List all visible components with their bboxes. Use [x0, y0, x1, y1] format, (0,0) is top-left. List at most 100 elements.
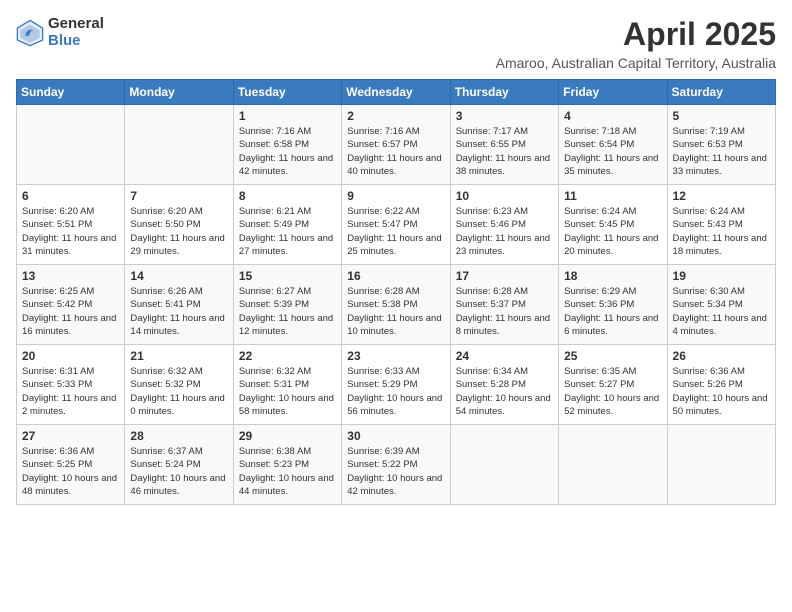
- day-info: Sunrise: 6:27 AMSunset: 5:39 PMDaylight:…: [239, 285, 336, 338]
- day-cell: [559, 425, 667, 505]
- day-number: 12: [673, 189, 770, 203]
- day-number: 30: [347, 429, 444, 443]
- day-cell: 30 Sunrise: 6:39 AMSunset: 5:22 PMDayligh…: [342, 425, 450, 505]
- day-info: Sunrise: 6:29 AMSunset: 5:36 PMDaylight:…: [564, 285, 661, 338]
- day-info: Sunrise: 7:17 AMSunset: 6:55 PMDaylight:…: [456, 125, 553, 178]
- day-header-wednesday: Wednesday: [342, 80, 450, 105]
- day-info: Sunrise: 6:34 AMSunset: 5:28 PMDaylight:…: [456, 365, 553, 418]
- day-header-sunday: Sunday: [17, 80, 125, 105]
- day-info: Sunrise: 6:33 AMSunset: 5:29 PMDaylight:…: [347, 365, 444, 418]
- week-row-4: 20 Sunrise: 6:31 AMSunset: 5:33 PMDayligh…: [17, 345, 776, 425]
- day-info: Sunrise: 6:35 AMSunset: 5:27 PMDaylight:…: [564, 365, 661, 418]
- day-cell: 22Sunrise: 6:32 AMSunset: 5:31 PMDayligh…: [233, 345, 341, 425]
- logo-icon: [16, 19, 44, 47]
- day-info: Sunrise: 6:36 AMSunset: 5:25 PMDaylight:…: [22, 445, 119, 498]
- calendar-subtitle: Amaroo, Australian Capital Territory, Au…: [496, 55, 776, 71]
- week-row-2: 6Sunrise: 6:20 AMSunset: 5:51 PMDaylight…: [17, 185, 776, 265]
- day-number: 18: [564, 269, 661, 283]
- day-number: 11: [564, 189, 661, 203]
- day-cell: 18 Sunrise: 6:29 AMSunset: 5:36 PMDayligh…: [559, 265, 667, 345]
- day-cell: 6Sunrise: 6:20 AMSunset: 5:51 PMDaylight…: [17, 185, 125, 265]
- day-cell: 15 Sunrise: 6:27 AMSunset: 5:39 PMDayligh…: [233, 265, 341, 345]
- day-number: 26: [673, 349, 770, 363]
- day-cell: 2 Sunrise: 7:16 AMSunset: 6:57 PMDaylight…: [342, 105, 450, 185]
- day-cell: 11 Sunrise: 6:24 AMSunset: 5:45 PMDayligh…: [559, 185, 667, 265]
- day-info: Sunrise: 6:24 AMSunset: 5:43 PMDaylight:…: [673, 205, 770, 258]
- logo: General Blue: [16, 16, 104, 49]
- day-number: 29: [239, 429, 336, 443]
- day-cell: 8 Sunrise: 6:21 AMSunset: 5:49 PMDaylight…: [233, 185, 341, 265]
- day-number: 4: [564, 109, 661, 123]
- day-cell: 14 Sunrise: 6:26 AMSunset: 5:41 PMDayligh…: [125, 265, 233, 345]
- day-cell: 29Sunrise: 6:38 AMSunset: 5:23 PMDayligh…: [233, 425, 341, 505]
- day-number: 20: [22, 349, 119, 363]
- day-header-tuesday: Tuesday: [233, 80, 341, 105]
- day-cell: 7 Sunrise: 6:20 AMSunset: 5:50 PMDaylight…: [125, 185, 233, 265]
- logo-text: General Blue: [48, 16, 104, 49]
- day-cell: 12 Sunrise: 6:24 AMSunset: 5:43 PMDayligh…: [667, 185, 775, 265]
- day-info: Sunrise: 6:37 AMSunset: 5:24 PMDaylight:…: [130, 445, 227, 498]
- day-info: Sunrise: 6:30 AMSunset: 5:34 PMDaylight:…: [673, 285, 770, 338]
- day-info: Sunrise: 6:39 AMSunset: 5:22 PMDaylight:…: [347, 445, 444, 498]
- day-cell: 3 Sunrise: 7:17 AMSunset: 6:55 PMDaylight…: [450, 105, 558, 185]
- day-cell: [450, 425, 558, 505]
- day-info: Sunrise: 6:20 AMSunset: 5:50 PMDaylight:…: [130, 205, 227, 258]
- day-number: 1: [239, 109, 336, 123]
- day-info: Sunrise: 7:16 AMSunset: 6:58 PMDaylight:…: [239, 125, 336, 178]
- title-block: April 2025 Amaroo, Australian Capital Te…: [496, 16, 776, 71]
- day-number: 10: [456, 189, 553, 203]
- day-cell: 9Sunrise: 6:22 AMSunset: 5:47 PMDaylight…: [342, 185, 450, 265]
- calendar-title: April 2025: [496, 16, 776, 53]
- day-number: 21: [130, 349, 227, 363]
- day-cell: 20 Sunrise: 6:31 AMSunset: 5:33 PMDayligh…: [17, 345, 125, 425]
- day-number: 15: [239, 269, 336, 283]
- week-row-5: 27 Sunrise: 6:36 AMSunset: 5:25 PMDayligh…: [17, 425, 776, 505]
- week-row-1: 1 Sunrise: 7:16 AMSunset: 6:58 PMDaylight…: [17, 105, 776, 185]
- day-info: Sunrise: 7:19 AMSunset: 6:53 PMDaylight:…: [673, 125, 770, 178]
- day-cell: 13Sunrise: 6:25 AMSunset: 5:42 PMDayligh…: [17, 265, 125, 345]
- day-info: Sunrise: 7:16 AMSunset: 6:57 PMDaylight:…: [347, 125, 444, 178]
- day-number: 24: [456, 349, 553, 363]
- day-cell: 10 Sunrise: 6:23 AMSunset: 5:46 PMDayligh…: [450, 185, 558, 265]
- day-info: Sunrise: 6:24 AMSunset: 5:45 PMDaylight:…: [564, 205, 661, 258]
- day-number: 13: [22, 269, 119, 283]
- day-cell: 19 Sunrise: 6:30 AMSunset: 5:34 PMDayligh…: [667, 265, 775, 345]
- day-header-friday: Friday: [559, 80, 667, 105]
- day-cell: 21 Sunrise: 6:32 AMSunset: 5:32 PMDayligh…: [125, 345, 233, 425]
- day-cell: 26 Sunrise: 6:36 AMSunset: 5:26 PMDayligh…: [667, 345, 775, 425]
- day-number: 3: [456, 109, 553, 123]
- day-cell: 23 Sunrise: 6:33 AMSunset: 5:29 PMDayligh…: [342, 345, 450, 425]
- day-number: 8: [239, 189, 336, 203]
- logo-general: General: [48, 16, 104, 33]
- logo-blue: Blue: [48, 33, 104, 50]
- day-info: Sunrise: 6:36 AMSunset: 5:26 PMDaylight:…: [673, 365, 770, 418]
- day-info: Sunrise: 6:23 AMSunset: 5:46 PMDaylight:…: [456, 205, 553, 258]
- day-cell: 1 Sunrise: 7:16 AMSunset: 6:58 PMDaylight…: [233, 105, 341, 185]
- day-number: 25: [564, 349, 661, 363]
- day-number: 16: [347, 269, 444, 283]
- day-cell: 28 Sunrise: 6:37 AMSunset: 5:24 PMDayligh…: [125, 425, 233, 505]
- day-info: Sunrise: 6:26 AMSunset: 5:41 PMDaylight:…: [130, 285, 227, 338]
- day-number: 23: [347, 349, 444, 363]
- day-info: Sunrise: 6:31 AMSunset: 5:33 PMDaylight:…: [22, 365, 119, 418]
- days-header-row: SundayMondayTuesdayWednesdayThursdayFrid…: [17, 80, 776, 105]
- day-cell: 24 Sunrise: 6:34 AMSunset: 5:28 PMDayligh…: [450, 345, 558, 425]
- day-number: 5: [673, 109, 770, 123]
- day-number: 19: [673, 269, 770, 283]
- day-cell: 4Sunrise: 7:18 AMSunset: 6:54 PMDaylight…: [559, 105, 667, 185]
- day-info: Sunrise: 6:32 AMSunset: 5:32 PMDaylight:…: [130, 365, 227, 418]
- day-info: Sunrise: 6:21 AMSunset: 5:49 PMDaylight:…: [239, 205, 336, 258]
- day-info: Sunrise: 6:20 AMSunset: 5:51 PMDaylight:…: [22, 205, 119, 258]
- day-number: 7: [130, 189, 227, 203]
- day-cell: 25 Sunrise: 6:35 AMSunset: 5:27 PMDayligh…: [559, 345, 667, 425]
- day-info: Sunrise: 6:28 AMSunset: 5:37 PMDaylight:…: [456, 285, 553, 338]
- day-number: 27: [22, 429, 119, 443]
- day-info: Sunrise: 6:28 AMSunset: 5:38 PMDaylight:…: [347, 285, 444, 338]
- day-cell: 27 Sunrise: 6:36 AMSunset: 5:25 PMDayligh…: [17, 425, 125, 505]
- day-info: Sunrise: 6:22 AMSunset: 5:47 PMDaylight:…: [347, 205, 444, 258]
- day-number: 28: [130, 429, 227, 443]
- day-info: Sunrise: 6:32 AMSunset: 5:31 PMDaylight:…: [239, 365, 336, 418]
- day-number: 14: [130, 269, 227, 283]
- day-number: 2: [347, 109, 444, 123]
- week-row-3: 13Sunrise: 6:25 AMSunset: 5:42 PMDayligh…: [17, 265, 776, 345]
